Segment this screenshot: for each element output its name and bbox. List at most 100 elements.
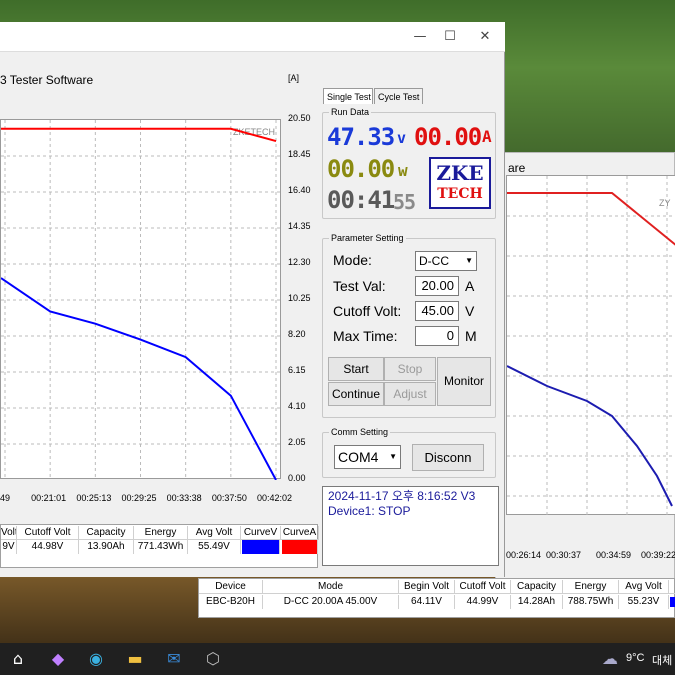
table-row[interactable]: EBC-B20H D-CC 20.00A 45.00V 64.11V 44.99… (199, 595, 675, 609)
y-tick-label: 4.10 (288, 401, 306, 411)
y-tick-label: 18.45 (288, 149, 311, 159)
maximize-button[interactable]: ☐ (435, 26, 465, 48)
elapsed-seconds-readout: 55 (393, 190, 416, 214)
col-cutoff-volt: Cutoff Volt (17, 526, 79, 540)
second-col-mode: Mode (263, 580, 399, 594)
adjust-button[interactable]: Adjust (384, 382, 436, 406)
tab-single-test[interactable]: Single Test (323, 88, 373, 104)
second-cell-mode: D-CC 20.00A 45.00V (263, 595, 399, 609)
zketech-logo: ZKE TECH (429, 157, 491, 209)
cell-capacity: 13.90Ah (79, 540, 134, 554)
tab-cycle-test[interactable]: Cycle Test (374, 88, 423, 104)
test-val-input[interactable]: 20.00 (415, 276, 459, 296)
run-data-group: Run Data 47.33 v 00.00 A 00.00 w 00:41 5… (322, 107, 496, 219)
parameter-setting-group: Parameter Setting Mode: D-CC ▼ Test Val:… (322, 233, 496, 418)
second-col-cutoff-volt: Cutoff Volt (455, 580, 511, 594)
task-view-icon[interactable]: ⌂ (8, 649, 28, 669)
cell-cutoff-volt: 44.98V (17, 540, 79, 554)
chevron-down-icon: ▼ (465, 256, 473, 265)
com-port-select[interactable]: COM4 ▼ (334, 445, 401, 469)
weather-description[interactable]: 대체 (652, 652, 672, 668)
col-capacity: Capacity (79, 526, 134, 540)
copilot-icon[interactable]: ◆ (48, 649, 68, 669)
y-tick-label: 16.40 (288, 185, 311, 195)
current-readout: 00.00 (414, 123, 482, 151)
voltage-unit: v (397, 129, 406, 147)
discharge-chart-svg: ZKETECH (0, 120, 282, 481)
second-cell-begin-volt: 64.11V (399, 595, 455, 609)
col-begin-volt: Volt (1, 526, 17, 540)
status-log: 2024-11-17 오후 8:16:52 V3 Device1: STOP (322, 486, 499, 566)
second-col-device: Device (199, 580, 263, 594)
second-results-table: Device Mode Begin Volt Cutoff Volt Capac… (198, 578, 675, 618)
monitor-button[interactable]: Monitor (437, 357, 491, 406)
second-tester-window: are ZY 00:26:14 00:30:37 00:34:59 00:39:… (495, 152, 675, 592)
second-xtick-3: 00:39:22 (641, 550, 675, 560)
minimize-button[interactable]: — (405, 26, 435, 48)
current-unit-label: [A] (288, 73, 300, 83)
log-line-status: Device1: STOP (328, 504, 411, 518)
file-explorer-icon[interactable]: ▬ (125, 649, 145, 669)
continue-button[interactable]: Continue (328, 382, 384, 406)
cell-energy: 771.43Wh (134, 540, 188, 554)
second-cell-energy: 788.75Wh (563, 595, 619, 609)
second-col-begin-volt: Begin Volt (399, 580, 455, 594)
second-curve-swatch (670, 597, 675, 607)
x-tick-label: 00:37:50 (211, 493, 247, 503)
cell-avg-volt: 55.49V (188, 540, 241, 554)
y-tick-label: 20.50 (288, 113, 311, 123)
y-tick-label: 12.30 (288, 257, 311, 267)
y-tick-label: 14.35 (288, 221, 311, 231)
second-xtick-1: 00:30:37 (546, 550, 582, 560)
close-button[interactable]: ✕ (470, 26, 500, 48)
y-tick-label: 10.25 (288, 293, 311, 303)
tester-app-icon[interactable]: ⬡ (203, 649, 223, 669)
curve-a-color-swatch[interactable] (282, 540, 318, 554)
max-time-input[interactable]: 0 (415, 326, 459, 346)
curve-v-color-swatch[interactable] (242, 540, 280, 554)
power-readout: 00.00 (327, 155, 395, 183)
second-col-capacity: Capacity (511, 580, 563, 594)
x-tick-label: 00:33:38 (166, 493, 202, 503)
cutoff-volt-label: Cutoff Volt: (333, 303, 402, 319)
y-tick-label: 0.00 (288, 473, 306, 483)
run-data-label: Run Data (329, 107, 372, 117)
weather-temperature[interactable]: 9°C (626, 652, 644, 664)
second-chart-plot: ZY (506, 175, 675, 516)
comm-setting-label: Comm Setting (329, 427, 391, 437)
window-titlebar: — ☐ ✕ (0, 22, 505, 52)
elapsed-time-readout: 00:41 (327, 186, 395, 214)
start-button[interactable]: Start (328, 357, 384, 381)
second-cell-capacity: 14.28Ah (511, 595, 563, 609)
com-port-value: COM4 (338, 449, 379, 465)
col-energy: Energy (134, 526, 188, 540)
weather-icon[interactable]: ☁ (600, 649, 620, 669)
voltage-readout: 47.33 (327, 123, 395, 151)
second-xtick-2: 00:34:59 (596, 550, 632, 560)
edge-browser-icon[interactable]: ◉ (86, 649, 106, 669)
stop-button[interactable]: Stop (384, 357, 436, 381)
disconnect-button[interactable]: Disconn (412, 444, 484, 471)
mail-icon[interactable]: ✉ (164, 649, 184, 669)
comm-setting-group: Comm Setting COM4 ▼ Disconn (322, 427, 496, 478)
mode-select[interactable]: D-CC ▼ (415, 251, 477, 271)
chart-title: 3 Tester Software (0, 73, 94, 87)
taskbar: ⌂ ◆ ◉ ▬ ✉ ⬡ ☁ 9°C 대체 (0, 643, 675, 675)
second-current-curve (507, 192, 675, 246)
col-avg-volt: Avg Volt (188, 526, 241, 540)
table-row[interactable]: 9V 44.98V 13.90Ah 771.43Wh 55.49V (1, 540, 319, 554)
chevron-down-icon: ▼ (389, 452, 397, 461)
test-val-unit: A (465, 278, 475, 294)
logo-text-bottom: TECH (437, 186, 483, 202)
second-table-header: Device Mode Begin Volt Cutoff Volt Capac… (199, 580, 675, 594)
x-tick-label: 00:21:01 (31, 493, 67, 503)
parameter-setting-label: Parameter Setting (329, 233, 406, 243)
second-col-avg-volt: Avg Volt (619, 580, 669, 594)
series-line-curvev (0, 277, 277, 481)
col-curve-a: CurveA (281, 526, 319, 540)
x-tick-label: 49 (0, 493, 11, 503)
power-unit: w (398, 161, 408, 180)
cutoff-volt-input[interactable]: 45.00 (415, 301, 459, 321)
y-tick-label: 8.20 (288, 329, 306, 339)
second-brand-text: ZY (659, 198, 671, 208)
